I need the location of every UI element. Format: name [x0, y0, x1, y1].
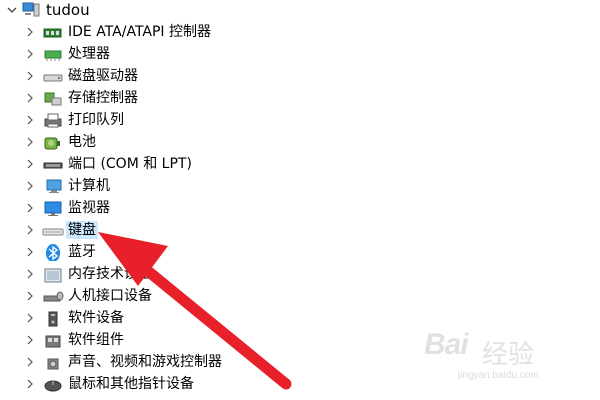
tree-category-label: 端口 (COM 和 LPT) [68, 156, 192, 172]
keyboard-icon [42, 228, 64, 236]
tree-category-label: 打印队列 [68, 112, 124, 128]
tree-category-row[interactable]: 鼠标和其他指针设备 [0, 373, 300, 395]
chevron-right-icon[interactable] [25, 92, 35, 104]
tree-category-row[interactable]: 处理器 [0, 43, 300, 65]
chevron-right-icon[interactable] [25, 158, 35, 170]
tree-category-label: 软件设备 [68, 310, 124, 326]
computer-name: tudou [46, 1, 90, 19]
monitor-icon [44, 201, 62, 216]
chevron-right-icon[interactable] [25, 378, 35, 390]
tree-category-row[interactable]: 存储控制器 [0, 87, 300, 109]
tree-category-label: 声音、视频和游戏控制器 [68, 354, 222, 370]
chevron-right-icon[interactable] [25, 136, 35, 148]
tree-category-row[interactable]: 蓝牙 [0, 241, 300, 263]
mouse-icon [44, 380, 62, 392]
chevron-right-icon[interactable] [25, 290, 35, 302]
chevron-right-icon[interactable] [25, 180, 35, 192]
tree-category-label: 计算机 [68, 178, 110, 194]
tree-category-label: 软件组件 [68, 332, 124, 348]
computer-icon [22, 2, 40, 17]
tree-category-label: 电池 [68, 134, 96, 150]
hid-icon [43, 291, 64, 302]
tree-category-row[interactable]: 软件组件 [0, 329, 300, 351]
chevron-right-icon[interactable] [25, 312, 35, 324]
tree-category-label: 鼠标和其他指针设备 [68, 376, 194, 392]
chevron-right-icon[interactable] [25, 356, 35, 368]
tree-category-row[interactable]: 打印队列 [0, 109, 300, 131]
tree-category-label: 键盘 [66, 221, 98, 239]
tree-root-tudou[interactable]: tudou [0, 0, 200, 22]
chevron-right-icon[interactable] [25, 268, 35, 280]
software-device-icon [48, 311, 58, 327]
chevron-right-icon[interactable] [25, 202, 35, 214]
tree-category-row[interactable]: 电池 [0, 131, 300, 153]
processor-icon [44, 50, 62, 61]
tree-category-row[interactable]: 计算机 [0, 175, 300, 197]
tree-category-label: 处理器 [68, 46, 110, 62]
tree-category-label: 人机接口设备 [68, 288, 152, 304]
battery-icon [44, 137, 60, 150]
chevron-right-icon[interactable] [25, 48, 35, 60]
tree-category-row[interactable]: 人机接口设备 [0, 285, 300, 307]
chevron-right-icon[interactable] [25, 26, 35, 38]
tree-category-row[interactable]: IDE ATA/ATAPI 控制器 [0, 21, 300, 43]
tree-category-label: 存储控制器 [68, 90, 138, 106]
tree-category-label: 监视器 [68, 200, 110, 216]
device-tree: tudou IDE ATA/ATAPI 控制器 处理器磁盘驱动器存储控制器打印队列… [0, 0, 600, 400]
tree-category-row[interactable]: 声音、视频和游戏控制器 [0, 351, 300, 373]
chevron-right-icon[interactable] [25, 114, 35, 126]
tree-category-label: 内存技术设备 [68, 266, 152, 282]
memory-device-icon [44, 268, 62, 283]
storage-controller-icon [44, 92, 62, 106]
ide-controller-icon [43, 28, 62, 38]
tree-category-row[interactable]: 端口 (COM 和 LPT) [0, 153, 300, 175]
chevron-right-icon[interactable] [25, 70, 35, 82]
tree-category-row[interactable]: 磁盘驱动器 [0, 65, 300, 87]
tree-category-row[interactable]: 监视器 [0, 197, 300, 219]
chevron-right-icon[interactable] [25, 334, 35, 346]
tree-category-label: 蓝牙 [68, 244, 96, 260]
tree-category-row[interactable]: 软件设备 [0, 307, 300, 329]
sound-icon [47, 358, 59, 370]
software-component-icon [45, 335, 61, 348]
chevron-down-icon[interactable] [6, 4, 18, 16]
tree-category-label: 磁盘驱动器 [68, 68, 138, 84]
tree-category-label: IDE ATA/ATAPI 控制器 [68, 24, 212, 40]
disk-drive-icon [43, 74, 63, 82]
tree-category-row[interactable]: 内存技术设备 [0, 263, 300, 285]
tree-category-row[interactable]: 键盘 [0, 219, 300, 241]
computer-icon [46, 179, 62, 193]
port-icon [43, 162, 63, 169]
printer-icon [44, 113, 62, 128]
bluetooth-icon [46, 244, 60, 261]
chevron-right-icon[interactable] [25, 246, 35, 258]
chevron-right-icon[interactable] [25, 224, 35, 236]
